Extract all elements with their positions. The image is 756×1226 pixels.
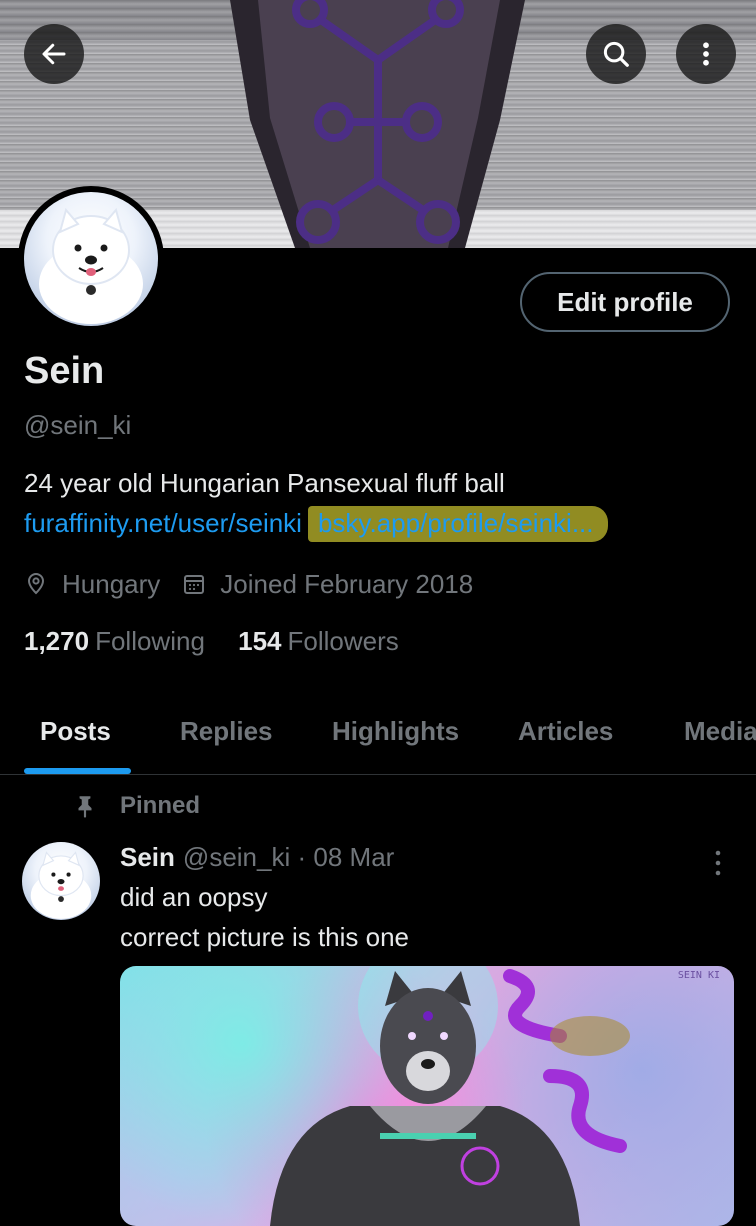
search-icon bbox=[603, 41, 629, 67]
artwork-image bbox=[270, 966, 630, 1226]
pinned-label: Pinned bbox=[120, 792, 201, 819]
tab-highlights[interactable]: Highlights bbox=[332, 716, 459, 747]
post-separator: · bbox=[297, 842, 307, 872]
bluesky-link[interactable]: bsky.app/profile/seinki... bbox=[307, 506, 608, 542]
post-author-handle[interactable]: @sein_ki bbox=[183, 842, 290, 872]
pin-icon bbox=[78, 796, 92, 818]
arrow-left-icon bbox=[42, 43, 66, 65]
profile-avatar[interactable] bbox=[18, 186, 164, 332]
image-signature: SEIN KI bbox=[677, 970, 720, 981]
search-button[interactable] bbox=[586, 24, 646, 84]
bio-links: furaffinity.net/user/seinki bsky.app/prof… bbox=[24, 506, 608, 542]
followers-count: 154 bbox=[238, 626, 282, 656]
profile-tabs: Posts Replies Highlights Articles Media bbox=[0, 700, 756, 775]
post-header: Sein @sein_ki · 08 Mar bbox=[120, 842, 394, 873]
post-more-button[interactable] bbox=[708, 848, 728, 878]
profile-bio: 24 year old Hungarian Pansexual fluff ba… bbox=[24, 468, 505, 498]
user-handle: @sein_ki bbox=[24, 410, 132, 440]
post-image[interactable]: SEIN KI bbox=[120, 966, 734, 1226]
active-tab-indicator bbox=[24, 768, 131, 774]
back-button[interactable] bbox=[24, 24, 84, 84]
post-text-line: did an oopsy bbox=[120, 882, 268, 912]
tab-posts[interactable]: Posts bbox=[40, 716, 111, 747]
following-stat[interactable]: 1,270 Following bbox=[24, 626, 205, 656]
more-vertical-icon bbox=[715, 850, 721, 876]
following-label: Following bbox=[95, 626, 205, 656]
tab-replies[interactable]: Replies bbox=[180, 716, 273, 747]
pinned-indicator: Pinned bbox=[72, 792, 200, 820]
following-count: 1,270 bbox=[24, 626, 90, 656]
calendar-icon bbox=[184, 575, 205, 594]
joined-item: Joined February 2018 bbox=[182, 569, 473, 600]
post-author-name[interactable]: Sein bbox=[120, 842, 175, 872]
follow-stats: 1,270 Following 154 Followers bbox=[24, 626, 425, 657]
post-text-line: correct picture is this one bbox=[120, 922, 410, 952]
tab-articles[interactable]: Articles bbox=[518, 716, 613, 747]
tab-media[interactable]: Media bbox=[684, 716, 756, 747]
more-options-button[interactable] bbox=[676, 24, 736, 84]
location-text: Hungary bbox=[62, 568, 161, 599]
post-avatar[interactable] bbox=[22, 842, 100, 920]
edit-profile-button[interactable]: Edit profile bbox=[520, 272, 730, 332]
joined-text: Joined February 2018 bbox=[220, 568, 474, 599]
location-item: Hungary bbox=[24, 569, 160, 600]
avatar-image bbox=[39, 207, 143, 324]
more-vertical-icon bbox=[703, 42, 709, 66]
furaffinity-link[interactable]: furaffinity.net/user/seinki bbox=[24, 508, 302, 538]
profile-meta: Hungary Joined February 2018 bbox=[24, 566, 495, 602]
avatar-image bbox=[30, 851, 92, 919]
location-pin-icon bbox=[27, 573, 45, 595]
display-name: Sein bbox=[24, 350, 105, 392]
post-date[interactable]: 08 Mar bbox=[313, 842, 394, 872]
followers-label: Followers bbox=[287, 626, 399, 656]
followers-stat[interactable]: 154 Followers bbox=[238, 626, 399, 656]
